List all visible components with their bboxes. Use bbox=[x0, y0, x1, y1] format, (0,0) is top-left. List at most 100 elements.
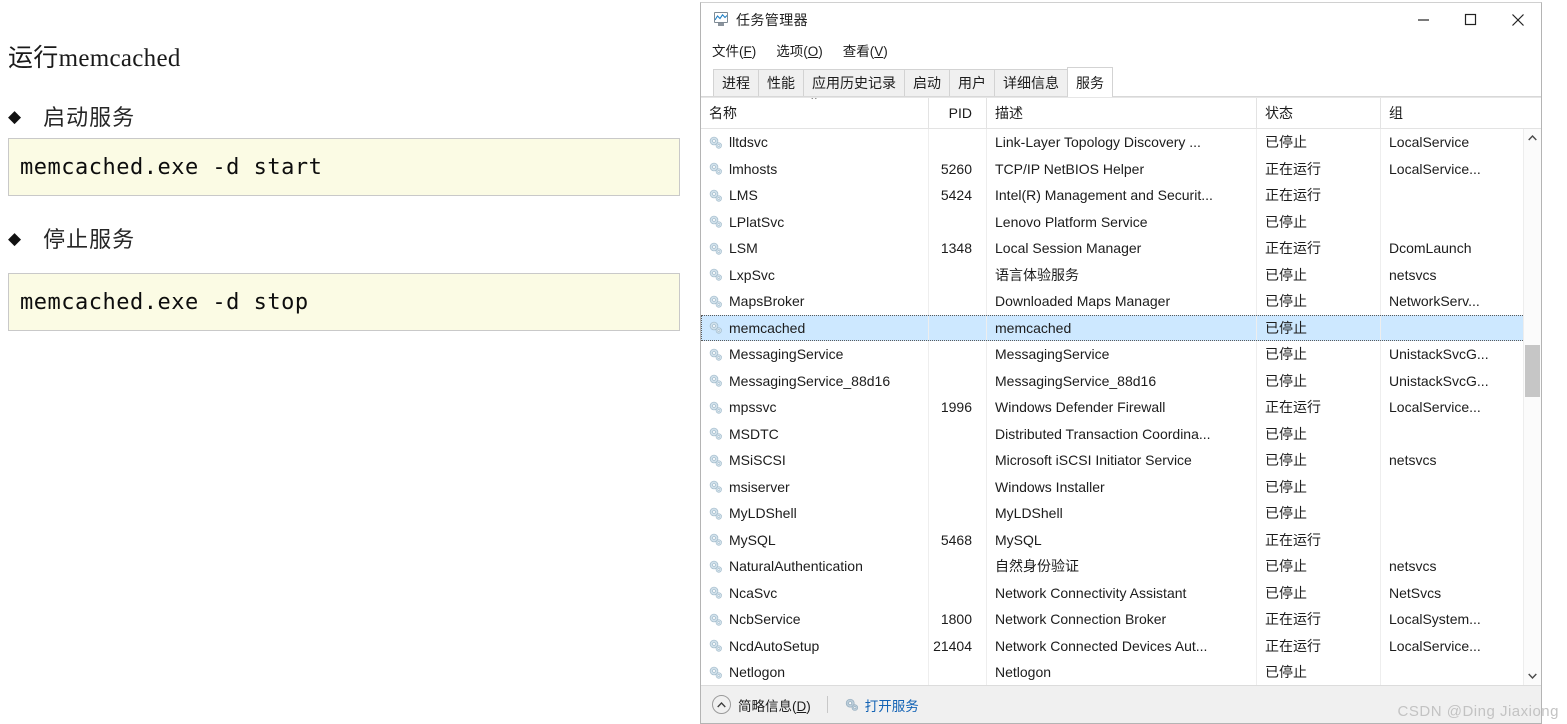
cell-group: NetworkServ... bbox=[1389, 293, 1480, 309]
cell-description: Network Connectivity Assistant bbox=[987, 579, 1257, 606]
cell-name: LxpSvc bbox=[701, 261, 929, 288]
cell-pid bbox=[929, 659, 987, 685]
table-row[interactable]: LxpSvc 语言体验服务 已停止 netsvcs bbox=[701, 261, 1541, 288]
cell-group: netsvcs bbox=[1389, 266, 1437, 283]
scrollbar-track[interactable] bbox=[1524, 147, 1541, 667]
task-manager-icon bbox=[712, 12, 729, 27]
service-gear-icon bbox=[708, 135, 723, 150]
cell-group: DcomLaunch bbox=[1389, 240, 1472, 256]
tab-6[interactable]: 服务 bbox=[1067, 67, 1113, 97]
cell-group: UnistackSvcG... bbox=[1389, 372, 1489, 389]
cell-pid bbox=[929, 420, 987, 447]
tab-4[interactable]: 用户 bbox=[949, 69, 995, 96]
table-row[interactable]: MessagingService_88d16 MessagingService_8… bbox=[701, 367, 1541, 394]
table-row[interactable]: MySQL 5468 MySQL 正在运行 bbox=[701, 526, 1541, 553]
cell-description: MyLDShell bbox=[987, 500, 1257, 527]
cell-pid bbox=[929, 553, 987, 580]
fewer-details-label: 简略信息(D) bbox=[738, 698, 811, 714]
vertical-scrollbar[interactable] bbox=[1523, 129, 1541, 685]
column-header-name[interactable]: 名称 ⌃ bbox=[701, 98, 929, 128]
cell-description: memcached bbox=[987, 314, 1257, 341]
table-row[interactable]: LSM 1348 Local Session Manager 正在运行 DcomLaun… bbox=[701, 235, 1541, 262]
table-row[interactable]: MSiSCSI Microsoft iSCSI Initiator Service… bbox=[701, 447, 1541, 474]
cell-pid: 1800 bbox=[929, 606, 987, 633]
cell-name: MSiSCSI bbox=[701, 447, 929, 474]
cell-group: netsvcs bbox=[1389, 558, 1437, 574]
table-row[interactable]: NaturalAuthentication 自然身份验证 已停止 netsvcs bbox=[701, 553, 1541, 580]
table-row[interactable]: NcaSvc Network Connectivity Assistant 已停止 N… bbox=[701, 579, 1541, 606]
fewer-details-button[interactable]: 简略信息(D) bbox=[712, 695, 811, 715]
table-row[interactable]: msiserver Windows Installer 已停止 bbox=[701, 473, 1541, 500]
table-row[interactable]: LPlatSvc Lenovo Platform Service 已停止 bbox=[701, 208, 1541, 235]
table-row[interactable]: MyLDShell MyLDShell 已停止 bbox=[701, 500, 1541, 527]
footer-divider bbox=[826, 696, 828, 713]
cell-pid bbox=[929, 129, 987, 156]
column-header-pid[interactable]: PID bbox=[929, 98, 987, 128]
cell-pid: 5260 bbox=[929, 155, 987, 182]
cell-name-label: LMS bbox=[729, 187, 758, 204]
table-row[interactable]: LMS 5424 Intel(R) Management and Securit..… bbox=[701, 182, 1541, 209]
page-title: 运行memcached bbox=[8, 45, 181, 72]
bullet-heading-start: 启动服务 bbox=[43, 105, 136, 130]
cell-description: Local Session Manager bbox=[987, 235, 1257, 262]
cell-name-label: NcaSvc bbox=[729, 584, 778, 601]
tab-5[interactable]: 详细信息 bbox=[994, 69, 1068, 96]
menu-file[interactable]: 文件(F) bbox=[712, 40, 756, 60]
tab-bar: 进程 性能 应用历史记录 启动 用户 详细信息 服务 bbox=[701, 64, 1541, 97]
table-row[interactable]: MSDTC Distributed Transaction Coordina...… bbox=[701, 420, 1541, 447]
menu-view[interactable]: 查看(V) bbox=[843, 40, 888, 60]
menu-options[interactable]: 选项(O) bbox=[776, 40, 823, 60]
close-icon bbox=[1511, 13, 1524, 26]
cell-name: msiserver bbox=[701, 473, 929, 500]
tab-3[interactable]: 启动 bbox=[904, 69, 950, 96]
table-row[interactable]: MessagingService MessagingService 已停止 Unist… bbox=[701, 341, 1541, 368]
cell-name-label: MessagingService bbox=[729, 346, 844, 363]
cell-status: 已停止 bbox=[1257, 288, 1381, 315]
diamond-bullet-icon: ◆ bbox=[8, 228, 22, 248]
table-row[interactable]: lltdsvc Link-Layer Topology Discovery ...… bbox=[701, 129, 1541, 156]
tab-label: 性能 bbox=[767, 75, 795, 91]
table-row[interactable]: MapsBroker Downloaded Maps Manager 已停止 Netw… bbox=[701, 288, 1541, 315]
table-row[interactable]: NcbService 1800 Network Connection Broker 正… bbox=[701, 606, 1541, 633]
cell-status: 已停止 bbox=[1257, 314, 1381, 341]
service-gear-icon bbox=[708, 506, 723, 521]
open-services-link[interactable]: 打开服务 bbox=[865, 695, 919, 715]
tab-0[interactable]: 进程 bbox=[713, 69, 759, 96]
table-row[interactable]: Netlogon Netlogon 已停止 bbox=[701, 659, 1541, 685]
cell-pid bbox=[929, 208, 987, 235]
fewer-details-text: 简略信息 bbox=[738, 698, 792, 714]
window-title: 任务管理器 bbox=[736, 11, 808, 28]
maximize-button[interactable] bbox=[1447, 3, 1494, 36]
minimize-button[interactable] bbox=[1400, 3, 1447, 36]
table-row[interactable]: memcached memcached 已停止 bbox=[701, 314, 1541, 341]
title-bar[interactable]: 任务管理器 bbox=[701, 3, 1541, 36]
cell-name-label: NcbService bbox=[729, 611, 801, 628]
cell-pid: 21404 bbox=[929, 632, 987, 659]
cell-description: 自然身份验证 bbox=[987, 553, 1257, 580]
open-services-button[interactable]: 打开服务 bbox=[844, 695, 919, 715]
table-row[interactable]: NcdAutoSetup 21404 Network Connected Devic… bbox=[701, 632, 1541, 659]
tab-1[interactable]: 性能 bbox=[758, 69, 804, 96]
service-gear-icon bbox=[708, 347, 723, 362]
cell-name-label: MapsBroker bbox=[729, 293, 805, 310]
service-gear-icon bbox=[708, 400, 723, 415]
scroll-up-arrow-icon[interactable] bbox=[1524, 129, 1541, 147]
scroll-down-arrow-icon[interactable] bbox=[1524, 667, 1541, 685]
cell-name: LPlatSvc bbox=[701, 208, 929, 235]
code-block-stop: memcached.exe -d stop bbox=[8, 273, 680, 331]
close-button[interactable] bbox=[1494, 3, 1541, 36]
service-gear-icon bbox=[708, 453, 723, 468]
column-header-description[interactable]: 描述 bbox=[987, 98, 1257, 128]
table-row[interactable]: mpssvc 1996 Windows Defender Firewall 正在运行 L… bbox=[701, 394, 1541, 421]
column-header-group[interactable]: 组 bbox=[1381, 98, 1511, 128]
menu-file-label: 文件 bbox=[712, 44, 739, 59]
cell-status: 正在运行 bbox=[1257, 606, 1381, 633]
cell-status: 已停止 bbox=[1257, 420, 1381, 447]
column-header-status[interactable]: 状态 bbox=[1257, 98, 1381, 128]
services-table-body[interactable]: lltdsvc Link-Layer Topology Discovery ...… bbox=[701, 129, 1541, 685]
scrollbar-thumb[interactable] bbox=[1525, 345, 1540, 397]
cell-name: MySQL bbox=[701, 526, 929, 553]
cell-name: LSM bbox=[701, 235, 929, 262]
table-row[interactable]: lmhosts 5260 TCP/IP NetBIOS Helper 正在运行 Loca… bbox=[701, 155, 1541, 182]
tab-2[interactable]: 应用历史记录 bbox=[803, 69, 905, 96]
